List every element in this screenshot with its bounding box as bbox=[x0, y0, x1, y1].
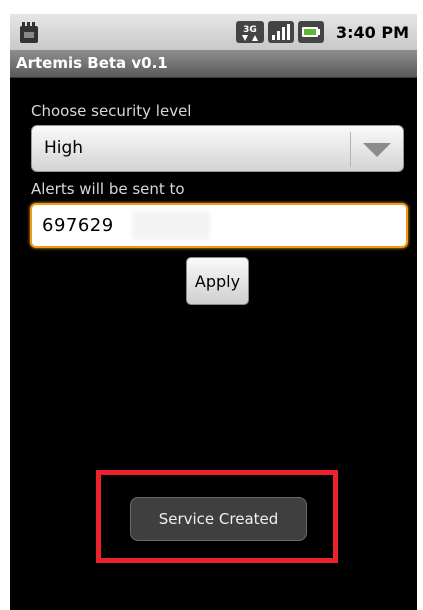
chevron-down-icon bbox=[363, 143, 391, 157]
alerts-label: Alerts will be sent to bbox=[31, 180, 185, 198]
app-title: Artemis Beta v0.1 bbox=[16, 54, 168, 72]
alerts-phone-input[interactable]: 697629 bbox=[30, 203, 408, 248]
security-level-label: Choose security level bbox=[31, 102, 192, 120]
phone-screen: 3G 3:40 PM Artemis Beta v0.1 Choose secu… bbox=[10, 14, 417, 610]
redacted-digits bbox=[132, 211, 210, 240]
app-title-bar: Artemis Beta v0.1 bbox=[10, 50, 417, 78]
alerts-phone-value: 697629 bbox=[42, 215, 114, 236]
apply-button[interactable]: Apply bbox=[186, 257, 249, 305]
battery-icon bbox=[297, 21, 324, 43]
dropdown-divider bbox=[350, 132, 351, 167]
service-created-toast: Service Created bbox=[130, 497, 307, 541]
status-time: 3:40 PM bbox=[335, 22, 409, 42]
security-level-dropdown[interactable]: High bbox=[31, 125, 404, 172]
network-badge: 3G bbox=[243, 25, 257, 35]
status-bar: 3G 3:40 PM bbox=[10, 14, 417, 50]
security-level-value: High bbox=[44, 138, 84, 158]
toast-message: Service Created bbox=[158, 510, 279, 528]
network-3g-icon: 3G bbox=[235, 21, 264, 43]
signal-bars-icon bbox=[267, 21, 294, 43]
sd-card-icon bbox=[20, 22, 38, 43]
status-icons: 3G 3:40 PM bbox=[235, 14, 409, 50]
